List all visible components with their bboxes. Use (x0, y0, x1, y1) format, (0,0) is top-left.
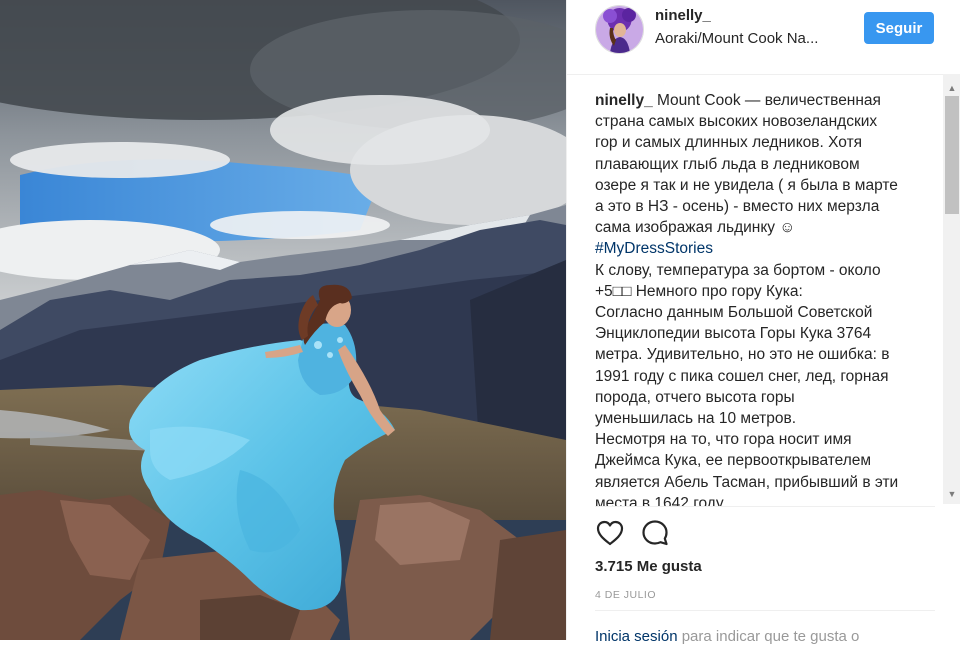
caption-line: порода, отчего высота горы (595, 388, 795, 406)
caption-line: +5□□ Немного про гору Кука: (595, 282, 803, 300)
caption: ninelly_ Mount Cook — величественная стр… (595, 90, 940, 506)
scroll-thumb[interactable] (945, 96, 959, 214)
caption-line: является Абель Тасман, прибывший в эти (595, 473, 899, 491)
caption-line: 1991 году с пика сошел снег, лед, горная (595, 367, 889, 385)
heart-icon[interactable] (595, 518, 625, 548)
caption-line: гор и самых длинных ледников. Хотя (595, 134, 863, 152)
caption-scrollbar[interactable]: ▲ ▼ (943, 74, 960, 504)
caption-line: Согласно данным Большой Советской (595, 304, 873, 322)
likes-count[interactable]: 3.715 Me gusta (595, 558, 702, 575)
divider (595, 610, 935, 611)
caption-line: места в 1642 году (595, 494, 724, 506)
post-header: ninelly_ Aoraki/Mount Cook Na... Seguir (567, 0, 960, 75)
caption-line: К слову, температура за бортом - около (595, 261, 881, 279)
post-sidebar: ninelly_ Aoraki/Mount Cook Na... Seguir … (566, 0, 960, 645)
caption-line: метра. Удивительно, но это не ошибка: в (595, 346, 890, 364)
scroll-down-arrow-icon[interactable]: ▼ (943, 486, 960, 502)
caption-text: Mount Cook — величественная (657, 92, 881, 109)
divider (595, 506, 935, 507)
login-prompt-text: para indicar que te gusta o (677, 628, 860, 645)
caption-line: сама изображая льдинку ☺ (595, 219, 796, 237)
caption-line-0: ninelly_ Mount Cook — величественная (595, 90, 940, 111)
login-link[interactable]: Inicia sesión (595, 628, 678, 645)
post-date: 4 DE JULIO (595, 589, 657, 601)
avatar[interactable] (595, 5, 644, 54)
avatar-image (596, 6, 643, 53)
caption-line: страна самых высоких новозеландских (595, 113, 878, 131)
login-prompt: Inicia sesión para indicar que te gusta … (595, 628, 859, 645)
hashtag-link[interactable]: #MyDressStories (595, 240, 713, 257)
post-photo[interactable] (0, 0, 566, 640)
caption-line: Джеймса Кука, ее первооткрывателем (595, 452, 872, 470)
location-link[interactable]: Aoraki/Mount Cook Na... (655, 30, 818, 47)
caption-line: плавающих глыб льда в ледниковом (595, 155, 860, 173)
caption-line: Несмотря на то, что гора носит имя (595, 431, 852, 449)
caption-line: озере я так и не увидела ( я была в март… (595, 176, 898, 194)
caption-line: а это в НЗ - осень) - вместо них мерзла (595, 198, 880, 216)
caption-line: Энциклопедии высота Горы Кука 3764 (595, 325, 872, 343)
username[interactable]: ninelly_ (655, 7, 711, 24)
scroll-up-arrow-icon[interactable]: ▲ (943, 80, 960, 96)
caption-line: уменьшилась на 10 метров. (595, 410, 797, 428)
post-image (0, 0, 566, 640)
caption-author[interactable]: ninelly_ (595, 92, 653, 109)
comment-icon[interactable] (640, 518, 670, 548)
follow-button[interactable]: Seguir (864, 12, 934, 44)
